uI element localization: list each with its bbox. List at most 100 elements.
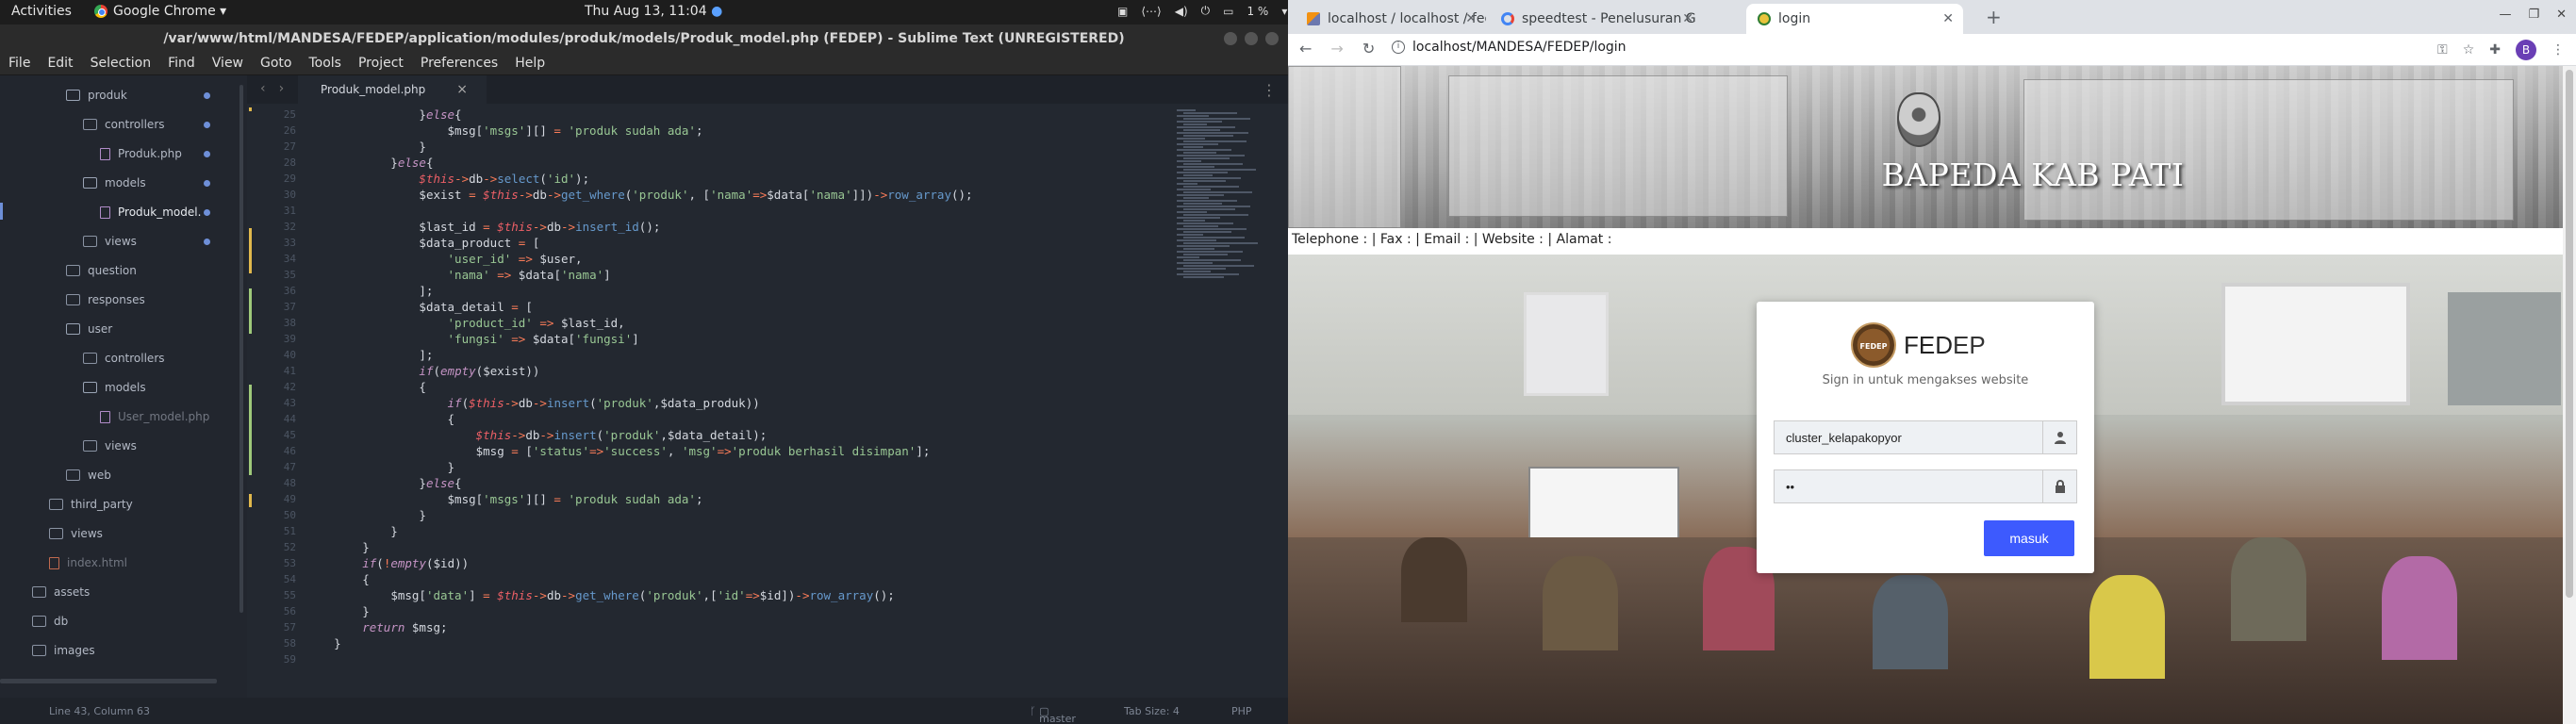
back-icon[interactable]: ← — [1299, 40, 1312, 58]
menu-item-selection[interactable]: Selection — [82, 53, 160, 74]
username-input[interactable] — [1775, 421, 2042, 453]
sidebar-item[interactable]: views — [83, 436, 137, 455]
notification-icon: ● — [711, 4, 723, 19]
sidebar-item[interactable]: images — [32, 641, 95, 660]
sidebar-item[interactable]: assets — [32, 583, 90, 601]
line-number: 40 — [283, 349, 296, 361]
close-icon[interactable]: ✕ — [1942, 11, 1954, 26]
sidebar-item[interactable]: views — [49, 524, 103, 543]
minimap-line — [1177, 143, 1218, 145]
sidebar-item[interactable]: views — [83, 232, 137, 251]
profile-avatar[interactable]: B — [2516, 40, 2536, 60]
menu-item-project[interactable]: Project — [350, 53, 412, 74]
minimap-line — [1177, 115, 1209, 117]
sidebar-item[interactable]: user — [66, 320, 112, 338]
sidebar-item[interactable]: third_party — [49, 495, 133, 514]
folder-icon — [83, 440, 97, 452]
line-number: 53 — [283, 557, 296, 569]
tab-phpmyadmin[interactable]: localhost / localhost / fed ✕ — [1296, 4, 1486, 34]
tab-produk-model[interactable]: Produk_model.php × — [298, 75, 487, 104]
login-submit-button[interactable]: masuk — [1984, 520, 2074, 556]
tab-menu-icon[interactable]: ⋮ — [1262, 81, 1277, 99]
modified-indicator — [204, 151, 210, 157]
sidebar-scrollbar[interactable] — [239, 85, 243, 613]
menu-item-tools[interactable]: Tools — [300, 53, 350, 74]
close-icon[interactable]: ✕ — [1465, 11, 1477, 26]
info-icon[interactable]: i — [1392, 41, 1405, 54]
sidebar-item[interactable]: models — [83, 173, 146, 192]
line-number: 47 — [283, 461, 296, 473]
app-menu[interactable]: Google Chrome ▾ — [94, 4, 226, 19]
sidebar-horizontal-scrollbar[interactable] — [0, 679, 217, 683]
sidebar-item[interactable]: controllers — [83, 115, 165, 134]
sidebar-item[interactable]: controllers — [83, 349, 165, 368]
close-icon[interactable]: ✕ — [1682, 11, 1693, 26]
sidebar-item[interactable]: Produk.php — [100, 144, 182, 163]
tab-speedtest[interactable]: speedtest - Penelusuran G ✕ — [1490, 4, 1703, 34]
minimize-button[interactable] — [1224, 32, 1237, 45]
brand-name-part-2: EP — [1953, 330, 1986, 359]
phpmyadmin-icon — [1307, 12, 1320, 25]
forward-icon[interactable]: → — [1330, 40, 1343, 58]
page-scrollbar[interactable] — [2563, 66, 2576, 724]
key-icon[interactable]: ⚿ — [2437, 42, 2448, 58]
editor: ‹› Produk_model.php × ⋮ 25 26 27 28 29 30 31 32… — [247, 75, 1288, 698]
address-bar[interactable]: i localhost/MANDESA/FEDEP/login — [1392, 40, 1627, 55]
star-icon[interactable]: ☆ — [2463, 42, 2475, 58]
code-line: if(!empty($id)) — [362, 556, 470, 570]
menu-item-help[interactable]: Help — [506, 53, 553, 74]
extensions-icon[interactable]: ✚ — [2489, 42, 2501, 58]
sidebar-item[interactable]: web — [66, 466, 111, 485]
clock[interactable]: Thu Aug 13, 11:04 ● — [585, 4, 722, 19]
menu-item-view[interactable]: View — [204, 53, 252, 74]
tab-login[interactable]: login ✕ — [1746, 4, 1963, 34]
sidebar-item[interactable]: User_model.php — [100, 407, 209, 426]
status-syntax[interactable]: PHP — [1231, 705, 1252, 717]
line-number-gutter: 25 26 27 28 29 30 31 32 33 34 35 36 37 38 39 40 41 42 43 44… — [247, 104, 296, 698]
restore-button[interactable]: ❐ — [2528, 8, 2539, 22]
modified-indicator — [204, 122, 210, 128]
photo-person — [2382, 556, 2457, 660]
code-line: 'fungsi' => $data['fungsi'] — [447, 332, 639, 346]
minimap-line — [1183, 112, 1237, 114]
reload-icon[interactable]: ↻ — [1362, 40, 1375, 58]
code-area[interactable]: }else{ $msg['msgs'][] = 'produk sudah ad… — [305, 104, 1154, 698]
close-button[interactable]: ✕ — [2556, 8, 2567, 22]
menu-item-find[interactable]: Find — [159, 53, 204, 74]
line-number: 28 — [283, 156, 296, 169]
sidebar-item[interactable]: Produk_model. — [100, 203, 201, 222]
tab-nav-arrows[interactable]: ‹› — [260, 81, 297, 96]
menu-item-file[interactable]: File — [0, 53, 39, 74]
line-number: 34 — [283, 253, 296, 265]
menu-item-goto[interactable]: Goto — [252, 53, 300, 74]
sidebar-item[interactable]: index.html — [49, 553, 127, 572]
minimap-line — [1183, 276, 1224, 278]
sidebar-item[interactable]: question — [66, 261, 137, 280]
maximize-button[interactable] — [1245, 32, 1258, 45]
minimap[interactable] — [1171, 109, 1265, 298]
close-button[interactable] — [1265, 32, 1279, 45]
menu-item-preferences[interactable]: Preferences — [412, 53, 506, 74]
password-input[interactable] — [1775, 470, 2042, 502]
sidebar-item[interactable]: models — [83, 378, 146, 397]
menu-item-edit[interactable]: Edit — [39, 53, 81, 74]
minimap-line — [1183, 208, 1235, 210]
close-icon[interactable]: × — [456, 82, 468, 97]
sidebar-item[interactable]: produk — [66, 86, 127, 105]
minimap-line — [1177, 172, 1228, 173]
minimap-line — [1177, 138, 1205, 140]
activities-button[interactable]: Activities — [11, 4, 72, 19]
new-tab-button[interactable]: + — [1986, 6, 2002, 28]
sidebar-item[interactable]: db — [32, 612, 68, 631]
sidebar-item[interactable]: responses — [66, 290, 145, 309]
status-tab-size[interactable]: Tab Size: 4 — [1124, 705, 1180, 717]
menu-icon[interactable]: ⋮ — [2551, 42, 2565, 58]
sidebar-item-label: third_party — [71, 498, 133, 511]
minimize-button[interactable]: — — [2499, 8, 2511, 22]
status-branch[interactable]: ᚴ master ▢ — [1030, 705, 1076, 724]
login-brand: FEDEP FEDEP — [1851, 322, 1986, 368]
line-number: 44 — [283, 413, 296, 425]
user-icon — [2042, 421, 2076, 453]
system-tray[interactable]: ▣ ⟨⋯⟩ ◀) ⏻ ▭ 1 % ▾ — [1117, 4, 1287, 18]
minimap-line — [1177, 121, 1222, 123]
